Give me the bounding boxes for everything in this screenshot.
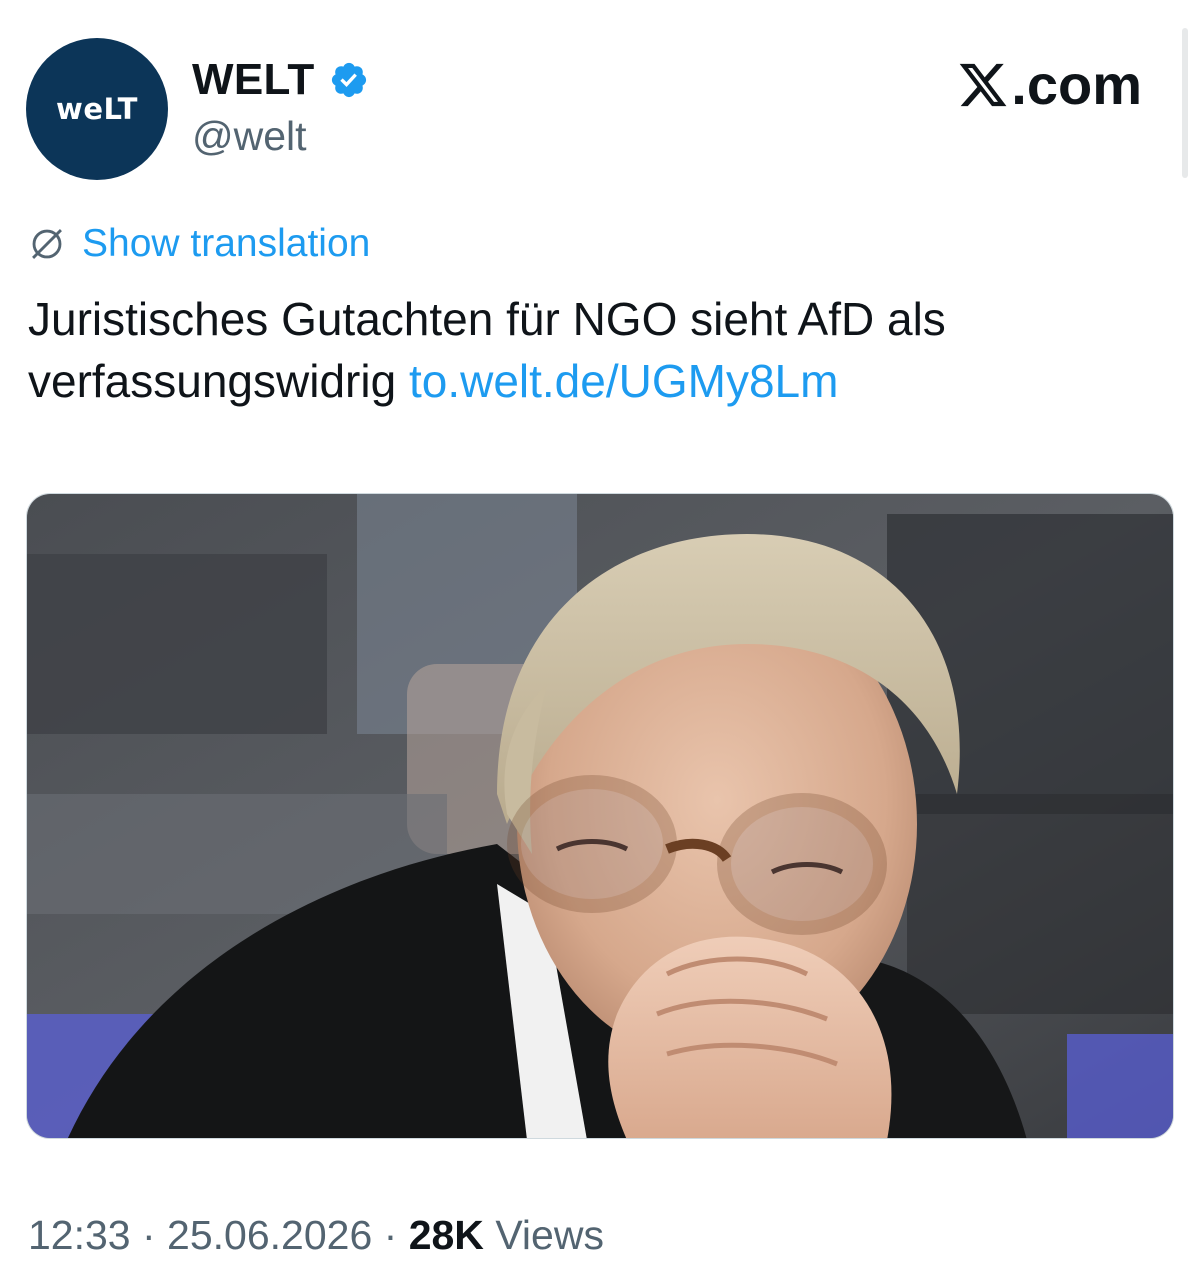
site-brand: .com [957,52,1142,117]
avatar[interactable]: weLT [26,38,168,180]
avatar-logo-text: weLT [56,92,138,126]
tweet-date[interactable]: 25.06.2026 [167,1212,372,1258]
site-brand-suffix: .com [1011,53,1142,116]
account-handle[interactable]: @welt [192,113,307,160]
views-label: Views [495,1212,604,1258]
tweet-meta: 12:33 · 25.06.2026 · 28K Views [28,1212,604,1259]
tweet-text: Juristisches Gutachten für NGO sieht AfD… [28,288,1168,412]
tweet-time[interactable]: 12:33 [28,1212,131,1258]
show-translation-label[interactable]: Show translation [82,222,370,266]
x-logo-icon [960,63,1007,106]
meta-separator-2: · [372,1212,409,1258]
display-name[interactable]: WELT [192,55,315,105]
scrollbar[interactable] [1182,28,1188,178]
verified-badge-icon [331,62,366,98]
views-count: 28K [408,1212,484,1258]
show-translation-button[interactable]: Show translation [28,220,370,268]
tweet-card: weLT WELT @welt .com Show translation Ju… [0,0,1200,1286]
photo-illustration [27,494,1173,1138]
tweet-link[interactable]: to.welt.de/UGMy8Lm [409,355,838,407]
tweet-photo[interactable] [26,493,1174,1139]
translate-icon [32,229,62,259]
display-name-row[interactable]: WELT [192,54,369,106]
meta-separator: · [130,1212,168,1258]
